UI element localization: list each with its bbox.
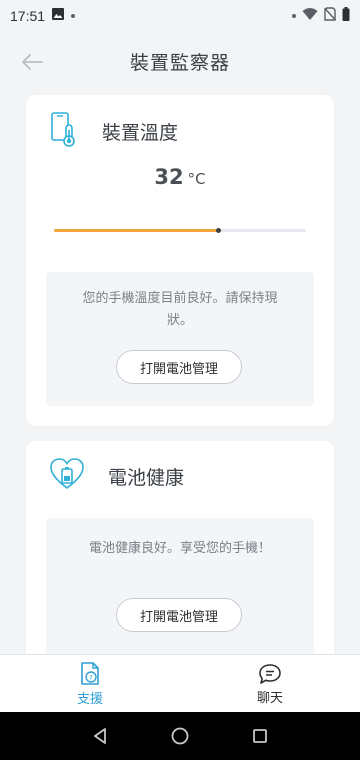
card-title: 電池健康 — [108, 466, 185, 489]
system-navigation-bar — [0, 712, 360, 760]
back-button[interactable] — [18, 48, 46, 76]
gallery-icon — [51, 7, 65, 25]
app-header: 裝置監察器 — [0, 32, 360, 90]
card-header: 裝置溫度 — [50, 111, 178, 151]
nav-label-chat: 聊天 — [256, 690, 283, 706]
open-battery-management-button[interactable]: 打開電池管理 — [116, 598, 242, 632]
temperature-info-box: 您的手機溫度目前良好。請保持現狀。 打開電池管理 — [46, 272, 314, 406]
circle-home-icon — [171, 727, 189, 745]
status-time: 17:51 — [10, 8, 46, 24]
battery-health-card: 電池健康 電池健康良好。享受您的手機！ 打開電池管理 — [26, 441, 334, 654]
status-left: 17:51 — [10, 7, 76, 25]
page-title: 裝置監察器 — [129, 51, 230, 74]
nav-item-chat[interactable]: 聊天 — [180, 655, 360, 713]
battery-heart-icon — [50, 457, 84, 495]
status-right — [292, 7, 350, 25]
main-content[interactable]: 裝置溫度 32 °C 您的手機溫度目前良好。請保持現狀。 打開電池管理 電池健康… — [0, 90, 360, 654]
bottom-nav: ? 支援 聊天 — [0, 654, 360, 712]
no-sim-icon — [323, 7, 337, 25]
svg-text:?: ? — [89, 674, 93, 682]
system-recents-button[interactable] — [248, 724, 272, 748]
temperature-level-marker — [215, 228, 221, 233]
temperature-value: 32 — [154, 165, 184, 189]
temperature-level-bar — [54, 228, 306, 233]
nav-item-support[interactable]: ? 支援 — [0, 655, 180, 713]
card-title: 裝置溫度 — [102, 121, 179, 144]
temperature-status-message: 您的手機溫度目前良好。請保持現狀。 — [82, 291, 278, 328]
device-temperature-card: 裝置溫度 32 °C 您的手機溫度目前良好。請保持現狀。 打開電池管理 — [26, 95, 334, 426]
open-battery-management-button[interactable]: 打開電池管理 — [116, 350, 242, 384]
temperature-unit: °C — [187, 170, 206, 188]
back-arrow-icon — [22, 54, 43, 70]
nav-label-support: 支援 — [76, 691, 103, 707]
triangle-back-icon — [94, 728, 106, 744]
battery-status-message: 電池健康良好。享受您的手機！ — [88, 541, 271, 556]
system-home-button[interactable] — [168, 724, 192, 748]
system-back-button[interactable] — [88, 724, 112, 748]
chat-bubble-icon — [259, 663, 281, 684]
temperature-readout: 32 °C — [26, 165, 334, 189]
battery-info-box: 電池健康良好。享受您的手機！ 打開電池管理 — [46, 518, 314, 654]
thermometer-phone-icon — [50, 111, 78, 151]
temperature-level-fill — [54, 229, 218, 232]
notification-dot-icon — [71, 14, 76, 18]
support-document-icon: ? — [81, 661, 99, 685]
battery-icon — [342, 7, 350, 25]
card-header: 電池健康 — [50, 457, 184, 495]
square-recents-icon — [253, 729, 267, 743]
notification-dot-icon — [292, 14, 296, 18]
status-bar: 17:51 — [0, 0, 360, 32]
wifi-icon — [302, 7, 318, 25]
